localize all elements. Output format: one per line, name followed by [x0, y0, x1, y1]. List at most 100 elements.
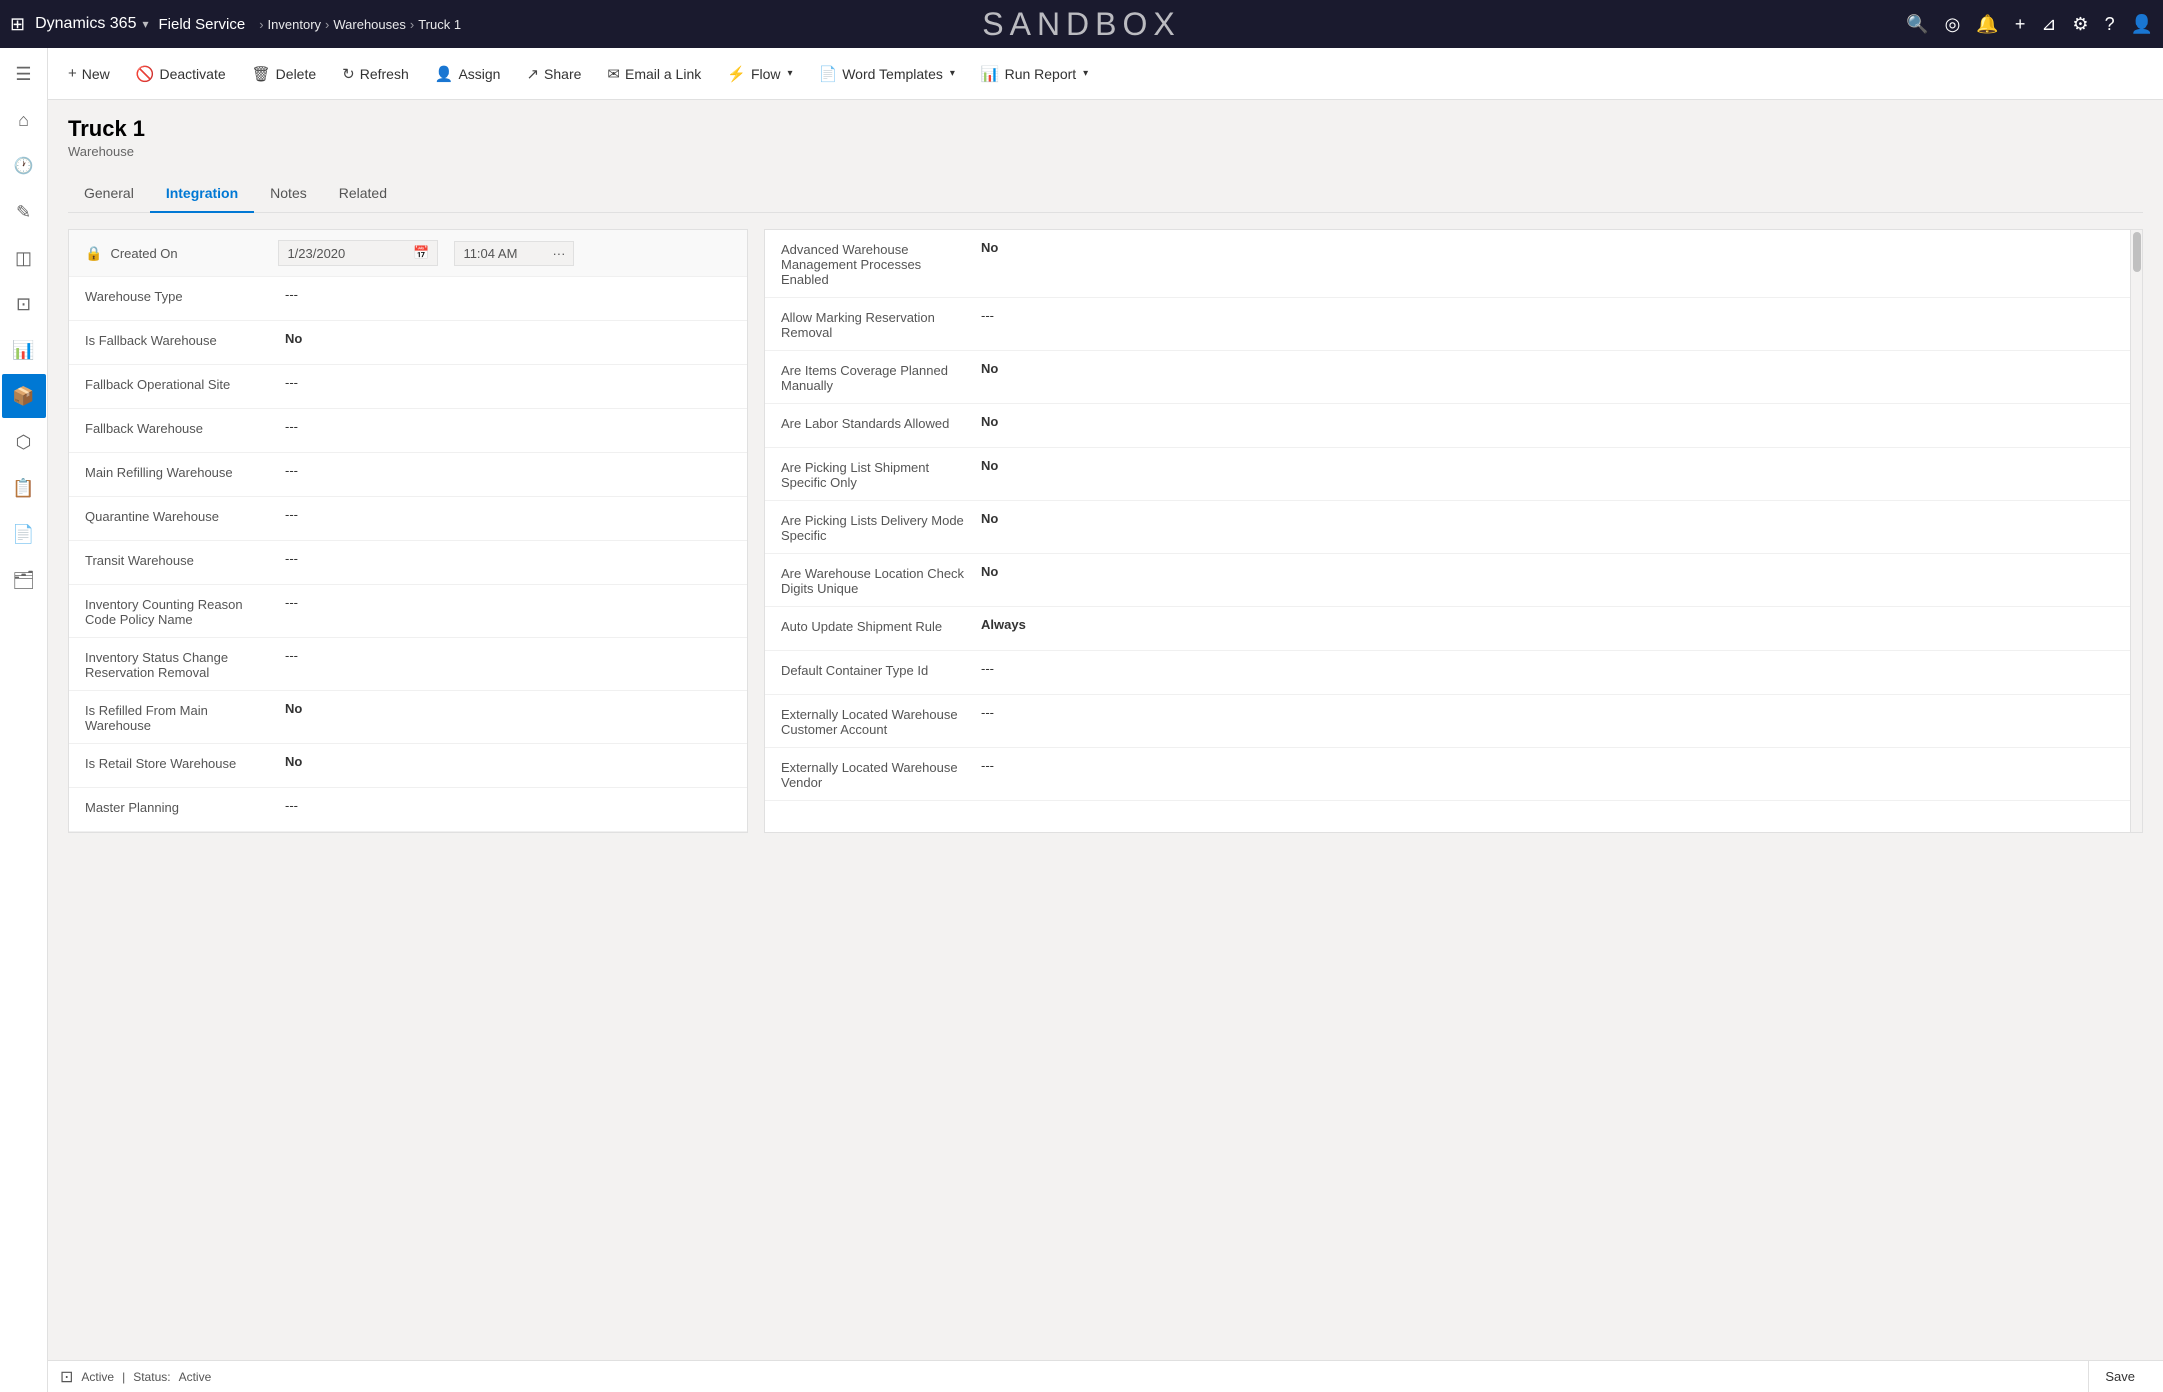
field-row-inventory-counting: Inventory Counting Reason Code Policy Na…	[69, 585, 747, 638]
scroll-thumb	[2133, 232, 2141, 272]
field-row-picking-list-shipment: Are Picking List Shipment Specific Only …	[765, 448, 2142, 501]
time-more-icon: ···	[552, 246, 565, 261]
tab-integration[interactable]: Integration	[150, 175, 254, 213]
form-area: 🔒 Created On 1/23/2020 📅 11:04 AM ···	[68, 229, 2143, 833]
search-icon[interactable]: 🔍	[1906, 14, 1928, 35]
field-row-master-planning: Master Planning ---	[69, 788, 747, 832]
status-separator: |	[122, 1370, 125, 1384]
record-subtitle: Warehouse	[68, 144, 2143, 159]
breadcrumb-inventory[interactable]: Inventory	[268, 17, 321, 32]
field-row-quarantine: Quarantine Warehouse ---	[69, 497, 747, 541]
flow-button[interactable]: ⚡ Flow ▾	[715, 59, 804, 89]
sidebar-item-list[interactable]: 📋	[2, 466, 46, 510]
scroll-bar[interactable]	[2130, 230, 2142, 832]
flow-icon: ⚡	[727, 65, 746, 83]
tab-related[interactable]: Related	[323, 175, 403, 213]
field-row-check-digits: Are Warehouse Location Check Digits Uniq…	[765, 554, 2142, 607]
delete-icon: 🗑	[252, 65, 271, 83]
sidebar-item-docs[interactable]: 📄	[2, 512, 46, 556]
main-layout: ☰ ⌂ 🕐 ✎ ◫ ⊡ 📊 📦 ⬡ 📋 📄 🗂 + New 🚫 Deactiva…	[0, 48, 2163, 1392]
status-value: Active	[179, 1370, 212, 1384]
deactivate-icon: 🚫	[136, 65, 155, 83]
sidebar-item-home[interactable]: ⌂	[2, 98, 46, 142]
notification-icon[interactable]: 🔔	[1976, 14, 1998, 35]
calendar-icon: 📅	[413, 245, 429, 261]
settings-icon[interactable]: ⚙	[2072, 14, 2088, 35]
command-bar: + New 🚫 Deactivate 🗑 Delete ↻ Refresh 👤 …	[48, 48, 2163, 100]
app-name-label: Field Service	[159, 16, 246, 33]
share-button[interactable]: ↗ Share	[514, 59, 593, 89]
sidebar-item-recent[interactable]: 🕐	[2, 144, 46, 188]
field-row-allow-marking: Allow Marking Reservation Removal ---	[765, 298, 2142, 351]
page-body: Truck 1 Warehouse General Integration No…	[48, 100, 2163, 1360]
new-button[interactable]: + New	[56, 59, 122, 88]
field-row-ext-customer: Externally Located Warehouse Customer Ac…	[765, 695, 2142, 748]
app-grid-icon[interactable]: ⊞	[10, 14, 25, 35]
target-icon[interactable]: ◎	[1945, 14, 1961, 35]
field-row-adv-warehouse: Advanced Warehouse Management Processes …	[765, 230, 2142, 298]
top-navigation: ⊞ Dynamics 365 ▾ Field Service › Invento…	[0, 0, 2163, 48]
deactivate-button[interactable]: 🚫 Deactivate	[124, 59, 238, 89]
time-input[interactable]: 11:04 AM ···	[454, 241, 574, 266]
brand-chevron: ▾	[142, 17, 148, 31]
record-icon: ⊡	[60, 1367, 73, 1387]
status-bar: ⊡ Active | Status: Active Save	[48, 1360, 2163, 1392]
date-input[interactable]: 1/23/2020 📅	[278, 240, 438, 266]
refresh-button[interactable]: ↻ Refresh	[330, 59, 421, 89]
user-icon[interactable]: 👤	[2131, 14, 2153, 35]
run-report-icon: 📊	[981, 65, 1000, 83]
left-sidebar: ☰ ⌂ 🕐 ✎ ◫ ⊡ 📊 📦 ⬡ 📋 📄 🗂	[0, 48, 48, 1392]
assign-button[interactable]: 👤 Assign	[423, 59, 513, 89]
word-templates-icon: 📄	[819, 65, 838, 83]
field-row-main-refilling: Main Refilling Warehouse ---	[69, 453, 747, 497]
word-templates-chevron: ▾	[950, 68, 955, 79]
flow-chevron: ▾	[788, 68, 793, 79]
field-row-container-type: Default Container Type Id ---	[765, 651, 2142, 695]
dynamics-label: Dynamics 365	[35, 15, 136, 33]
help-icon[interactable]: ?	[2105, 14, 2115, 35]
top-right-icons: 🔍 ◎ 🔔 + ⊿ ⚙ ? 👤	[1906, 14, 2153, 35]
record-title: Truck 1	[68, 116, 2143, 142]
sidebar-item-menu[interactable]: ☰	[2, 52, 46, 96]
save-button[interactable]: Save	[2088, 1361, 2151, 1392]
field-row-ext-vendor: Externally Located Warehouse Vendor ---	[765, 748, 2142, 801]
field-row-picking-lists-delivery: Are Picking Lists Delivery Mode Specific…	[765, 501, 2142, 554]
left-form-section: 🔒 Created On 1/23/2020 📅 11:04 AM ···	[68, 229, 748, 833]
breadcrumb-warehouses[interactable]: Warehouses	[333, 17, 406, 32]
sidebar-item-reports[interactable]: 📊	[2, 328, 46, 372]
breadcrumb-truck1[interactable]: Truck 1	[418, 17, 461, 32]
refresh-icon: ↻	[342, 65, 355, 83]
brand-area[interactable]: Dynamics 365 ▾	[35, 15, 148, 33]
date-value: 1/23/2020	[287, 246, 345, 261]
sidebar-item-service[interactable]: ⬡	[2, 420, 46, 464]
sidebar-item-inventory[interactable]: 📦	[2, 374, 46, 418]
sidebar-item-grid1[interactable]: ⊡	[2, 282, 46, 326]
field-row-is-fallback: Is Fallback Warehouse No	[69, 321, 747, 365]
delete-button[interactable]: 🗑 Delete	[240, 59, 329, 89]
run-report-button[interactable]: 📊 Run Report ▾	[969, 59, 1100, 89]
field-row-fallback-warehouse: Fallback Warehouse ---	[69, 409, 747, 453]
email-link-button[interactable]: ✉ Email a Link	[595, 59, 713, 89]
field-row-auto-update: Auto Update Shipment Rule Always	[765, 607, 2142, 651]
run-report-chevron: ▾	[1083, 68, 1088, 79]
created-on-label: Created On	[110, 246, 270, 261]
assign-icon: 👤	[435, 65, 454, 83]
sandbox-title: SANDBOX	[982, 6, 1180, 43]
sidebar-item-activities[interactable]: ✎	[2, 190, 46, 234]
field-row-fallback-site: Fallback Operational Site ---	[69, 365, 747, 409]
sidebar-item-packages[interactable]: 🗂	[2, 558, 46, 602]
time-value: 11:04 AM	[463, 246, 517, 261]
add-icon[interactable]: +	[2015, 14, 2026, 35]
right-form-section: Advanced Warehouse Management Processes …	[764, 229, 2143, 833]
field-row-items-coverage: Are Items Coverage Planned Manually No	[765, 351, 2142, 404]
tab-general[interactable]: General	[68, 175, 150, 213]
created-on-row: 🔒 Created On 1/23/2020 📅 11:04 AM ···	[69, 230, 747, 277]
field-row-is-refilled: Is Refilled From Main Warehouse No	[69, 691, 747, 744]
filter-icon[interactable]: ⊿	[2041, 14, 2056, 35]
field-row-is-retail: Is Retail Store Warehouse No	[69, 744, 747, 788]
main-content: + New 🚫 Deactivate 🗑 Delete ↻ Refresh 👤 …	[48, 48, 2163, 1392]
tab-notes[interactable]: Notes	[254, 175, 323, 213]
sidebar-item-notes[interactable]: ◫	[2, 236, 46, 280]
word-templates-button[interactable]: 📄 Word Templates ▾	[807, 59, 967, 89]
new-icon: +	[68, 65, 77, 82]
